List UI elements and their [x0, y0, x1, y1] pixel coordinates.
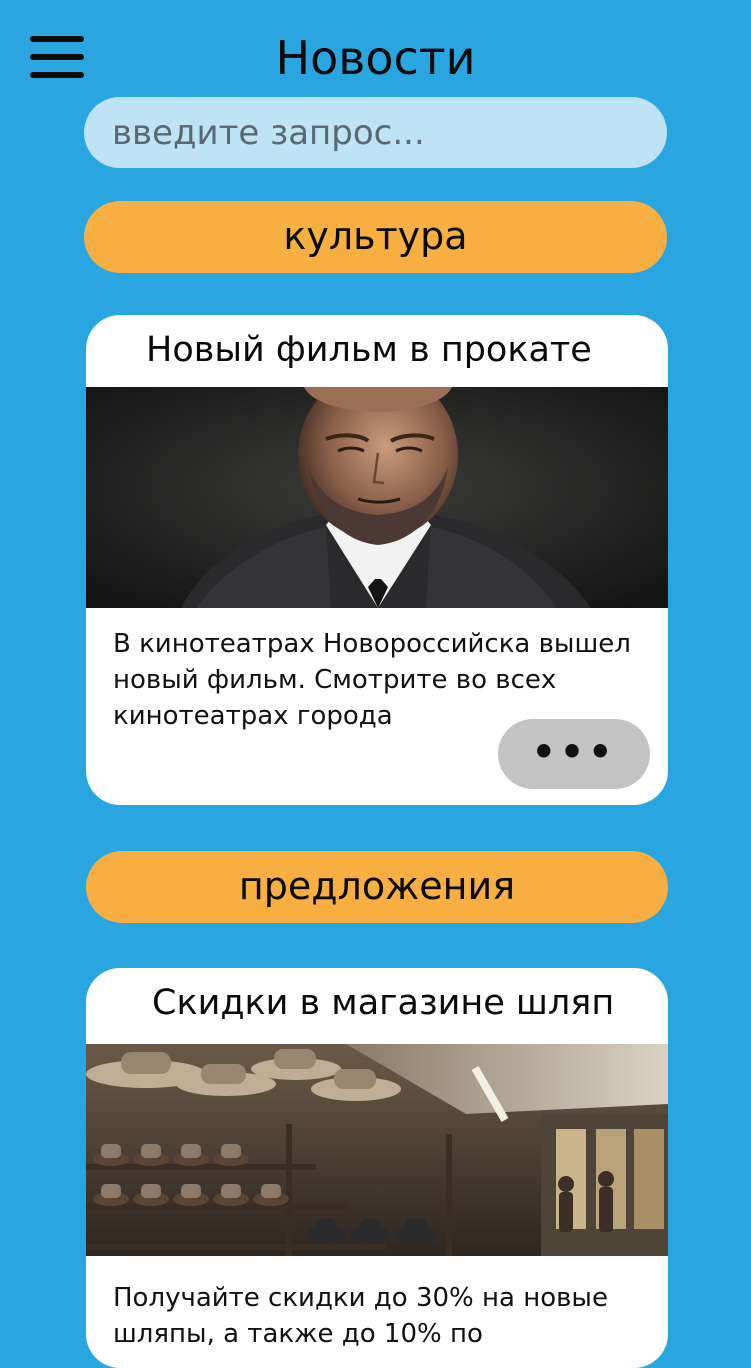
news-card-text: Получайте скидки до 30% на новые шляпы, … [113, 1283, 608, 1349]
news-card-image-hats [86, 1044, 668, 1256]
news-card-title: Новый фильм в прокате [146, 330, 592, 370]
news-card-image-film [86, 387, 668, 608]
page-title: Новости [275, 31, 476, 85]
news-card-film[interactable]: Новый фильм в прокате В кинотеатрах Ново… [86, 315, 668, 805]
news-card-text: В кинотеатрах Новороссийска вышел новый … [113, 629, 631, 731]
news-card-hats[interactable]: Скидки в магазине шляп Получайте скидки … [86, 968, 668, 1368]
search-input[interactable] [112, 97, 642, 168]
more-button[interactable]: ••• [498, 719, 650, 789]
news-card-title: Скидки в магазине шляп [152, 983, 615, 1023]
search-bar[interactable] [84, 97, 667, 168]
category-offers-button[interactable]: предложения [86, 851, 668, 923]
category-culture-button[interactable]: культура [84, 201, 667, 273]
